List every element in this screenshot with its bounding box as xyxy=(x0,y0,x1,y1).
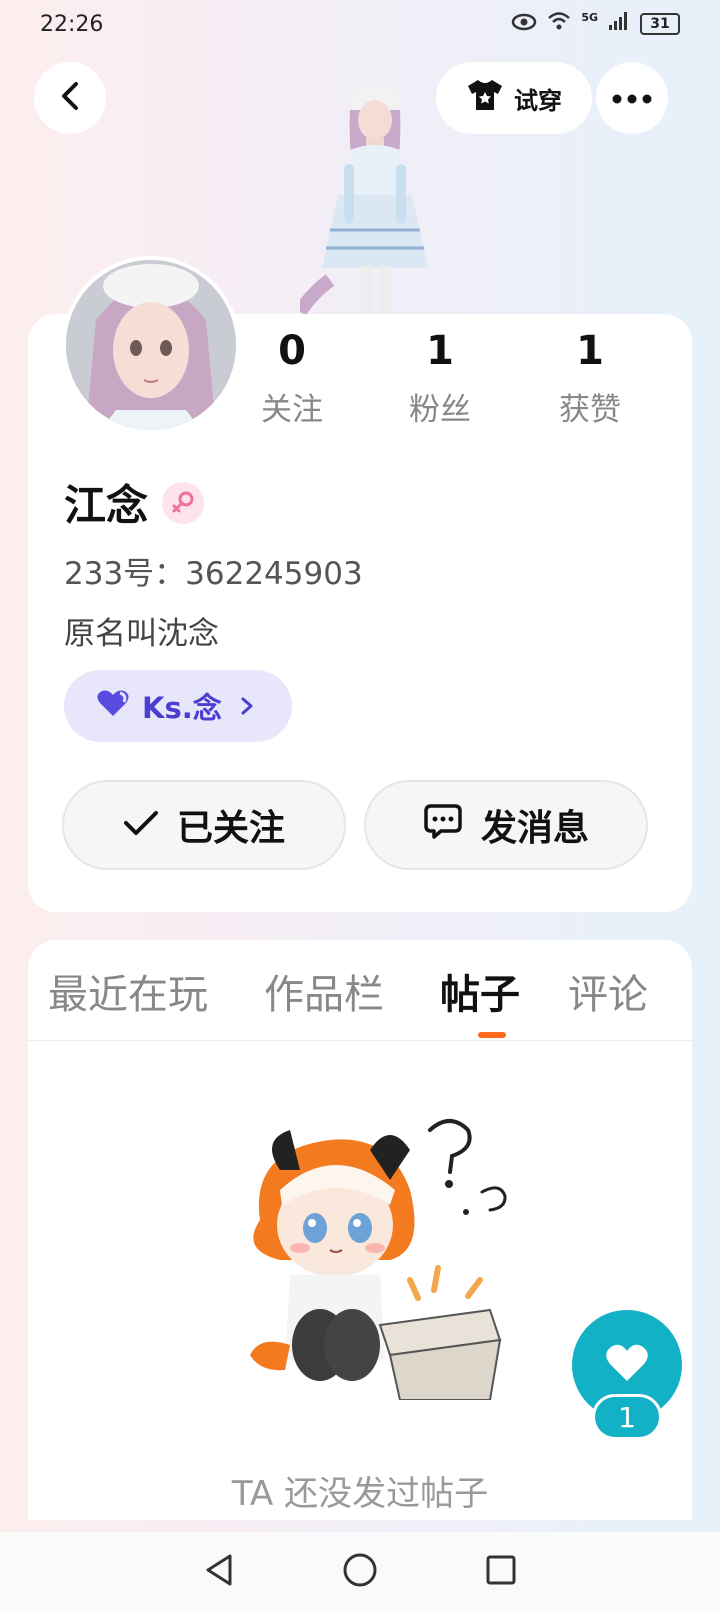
more-dots-icon xyxy=(612,89,652,108)
stat-likes-count: 1 xyxy=(576,328,604,374)
status-bar: 22:26 5G 31 xyxy=(0,0,720,48)
nav-recents-icon[interactable] xyxy=(485,1554,517,1590)
stat-fans-label: 粉丝 xyxy=(409,392,471,428)
profile-name: 江念 xyxy=(64,481,149,530)
heart-icon xyxy=(96,689,130,724)
tab-comments[interactable]: 评论 xyxy=(568,962,648,1020)
tshirt-icon xyxy=(466,78,504,118)
nav-home-icon[interactable] xyxy=(342,1552,378,1592)
tab-bar: 最近在玩 作品栏 帖子 评论 xyxy=(28,962,692,1042)
network-label: 5G xyxy=(581,11,598,24)
chat-bubble-icon xyxy=(423,802,463,849)
avatar-3d-figure[interactable] xyxy=(293,80,450,318)
tab-active-indicator xyxy=(478,1032,506,1038)
stat-fans-count: 1 xyxy=(426,328,454,374)
stat-fans[interactable]: 1 粉丝 xyxy=(380,326,500,429)
guild-badge[interactable]: Ks.念 xyxy=(64,670,292,742)
tab-divider xyxy=(28,1040,692,1041)
checkmark-icon xyxy=(123,805,159,846)
status-time: 22:26 xyxy=(40,11,104,37)
like-count-badge: 1 xyxy=(592,1394,662,1440)
tab-works[interactable]: 作品栏 xyxy=(264,962,384,1020)
send-message-label: 发消息 xyxy=(480,808,589,849)
profile-name-row: 江念 xyxy=(64,472,205,533)
profile-bio: 原名叫沈念 xyxy=(64,616,219,652)
tab-recently-played[interactable]: 最近在玩 xyxy=(48,962,208,1020)
nav-back-icon[interactable] xyxy=(203,1553,235,1591)
empty-state-illustration xyxy=(220,1110,520,1401)
stat-likes[interactable]: 1 获赞 xyxy=(530,326,650,429)
more-button[interactable] xyxy=(596,62,668,134)
female-icon xyxy=(162,481,205,524)
stat-following-label: 关注 xyxy=(261,392,323,428)
try-on-label: 试穿 xyxy=(514,86,562,115)
avatar[interactable] xyxy=(62,256,240,434)
guild-label: Ks.念 xyxy=(142,691,222,725)
followed-button[interactable]: 已关注 xyxy=(62,780,346,870)
tab-posts[interactable]: 帖子 xyxy=(440,962,520,1020)
followed-label: 已关注 xyxy=(176,808,285,849)
wifi-icon xyxy=(547,11,571,37)
user-id: 233号：362245903 xyxy=(64,556,363,592)
heart-icon xyxy=(605,1343,649,1387)
signal-icon xyxy=(608,11,630,37)
chevron-left-icon xyxy=(58,81,82,115)
chevron-right-icon xyxy=(240,689,254,723)
stat-likes-label: 获赞 xyxy=(559,392,621,428)
battery-icon: 31 xyxy=(640,13,680,35)
try-on-button[interactable]: 试穿 xyxy=(436,62,592,134)
eye-icon xyxy=(511,12,537,37)
back-button[interactable] xyxy=(34,62,106,134)
system-nav-bar xyxy=(0,1532,720,1612)
stat-following-count: 0 xyxy=(278,328,306,374)
stat-following[interactable]: 0 关注 xyxy=(232,326,352,429)
send-message-button[interactable]: 发消息 xyxy=(364,780,648,870)
empty-state-text: TA 还没发过帖子 xyxy=(231,1474,489,1514)
